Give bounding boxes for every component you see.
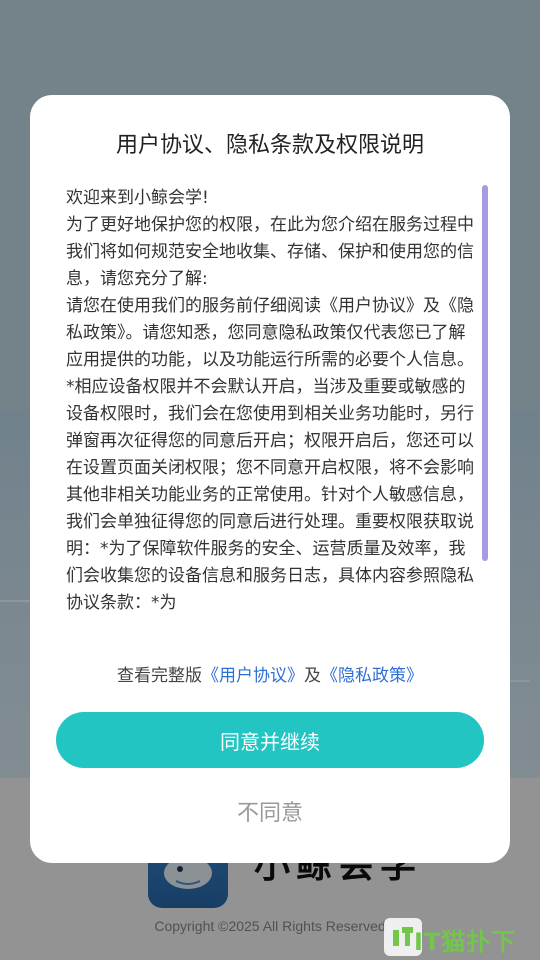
disagree-button[interactable]: 不同意 <box>30 795 510 827</box>
paragraph-permissions: *相应设备权限并不会默认开启，当涉及重要或敏感的设备权限时，我们会在您使用到相关… <box>66 377 474 613</box>
privacy-policy-link[interactable]: 《隐私政策》 <box>321 666 423 686</box>
agree-continue-button[interactable]: 同意并继续 <box>56 712 484 768</box>
agreement-text-scroll[interactable]: 欢迎来到小鲸会学! 为了更好地保护您的权限，在此为您介绍在服务过程中我们将如何规… <box>66 185 478 635</box>
watermark-text: IT猫扑下载 <box>414 928 517 956</box>
user-agreement-link[interactable]: 《用户协议》 <box>202 666 304 686</box>
paragraph-intro: 为了更好地保护您的权限，在此为您介绍在服务过程中我们将如何规范安全地收集、存储、… <box>66 215 474 289</box>
paragraph-read-policy: 请您在使用我们的服务前仔细阅读《用户协议》及《隐私政策》。请您知悉，您同意隐私政… <box>66 296 474 370</box>
links-and: 及 <box>304 666 321 686</box>
paragraph-welcome: 欢迎来到小鲸会学! <box>66 188 209 208</box>
full-version-links: 查看完整版《用户协议》及《隐私政策》 <box>30 661 510 686</box>
dialog-title: 用户协议、隐私条款及权限说明 <box>115 133 424 158</box>
privacy-dialog: 用户协议、隐私条款及权限说明 欢迎来到小鲸会学! 为了更好地保护您的权限，在此为… <box>30 95 510 863</box>
scrollbar[interactable] <box>482 185 488 561</box>
links-prefix: 查看完整版 <box>117 666 202 686</box>
